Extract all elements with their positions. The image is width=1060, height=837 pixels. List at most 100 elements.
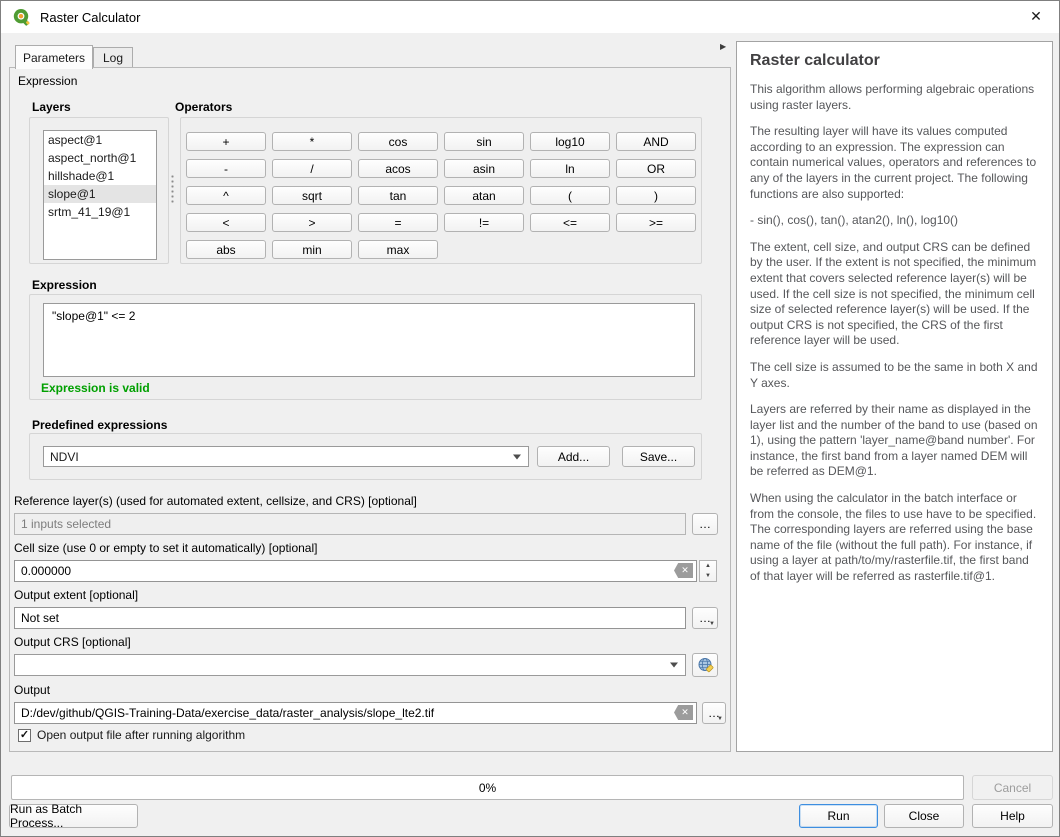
corner-caret-icon: ▼: [709, 621, 715, 627]
output-extent-field[interactable]: [14, 607, 686, 629]
open-output-checkbox[interactable]: ✓: [18, 729, 31, 742]
operator-max-button[interactable]: max: [358, 240, 438, 259]
output-crs-label: Output CRS [optional]: [14, 635, 131, 649]
operators-grid: + * cos sin log10 AND - / acos asin ln O…: [186, 132, 696, 259]
chevron-down-icon: [670, 663, 678, 668]
output-crs-select[interactable]: [14, 654, 686, 676]
help-button[interactable]: Help: [972, 804, 1053, 828]
operator-greater-equal-button[interactable]: >=: [616, 213, 696, 232]
layers-list[interactable]: aspect@1 aspect_north@1 hillshade@1 slop…: [43, 130, 157, 260]
operator-acos-button[interactable]: acos: [358, 159, 438, 178]
chevron-down-icon: [513, 454, 521, 459]
help-paragraph: Layers are referred by their name as dis…: [750, 402, 1039, 480]
expression-heading: Expression: [32, 278, 97, 292]
operator-and-button[interactable]: AND: [616, 132, 696, 151]
spin-down-icon[interactable]: ▼: [700, 571, 716, 581]
progress-value: 0%: [479, 781, 496, 795]
operator-tan-button[interactable]: tan: [358, 186, 438, 205]
operator-cos-button[interactable]: cos: [358, 132, 438, 151]
layer-item-selected[interactable]: slope@1: [44, 185, 156, 203]
output-label: Output: [14, 683, 50, 697]
output-extent-label: Output extent [optional]: [14, 588, 138, 602]
output-browse-button[interactable]: … ▼: [702, 702, 726, 724]
operator-open-paren-button[interactable]: (: [530, 186, 610, 205]
operator-or-button[interactable]: OR: [616, 159, 696, 178]
help-paragraph: This algorithm allows performing algebra…: [750, 82, 1039, 113]
parameters-panel: Expression Layers aspect@1 aspect_north@…: [9, 67, 731, 752]
splitter-handle[interactable]: [171, 174, 174, 204]
cell-size-stepper[interactable]: ▲ ▼: [699, 560, 717, 582]
operator-minus-button[interactable]: -: [186, 159, 266, 178]
help-paragraph: The resulting layer will have its values…: [750, 124, 1039, 202]
predefined-expression-value: NDVI: [50, 450, 79, 464]
operator-power-button[interactable]: ^: [186, 186, 266, 205]
select-crs-button[interactable]: [692, 653, 718, 677]
cancel-button: Cancel: [972, 775, 1053, 800]
reference-layers-label: Reference layer(s) (used for automated e…: [14, 494, 417, 508]
output-extent-browse-button[interactable]: … ▼: [692, 607, 718, 629]
help-paragraph: When using the calculator in the batch i…: [750, 491, 1039, 585]
operator-atan-button[interactable]: atan: [444, 186, 524, 205]
add-expression-button[interactable]: Add...: [537, 446, 610, 467]
open-output-checkbox-label: Open output file after running algorithm: [37, 728, 245, 742]
close-button[interactable]: Close: [884, 804, 964, 828]
crs-globe-icon: [697, 657, 714, 674]
expression-frame: "slope@1" <= 2 Expression is valid: [29, 294, 702, 400]
help-paragraph: The cell size is assumed to be the same …: [750, 360, 1039, 391]
cell-size-input[interactable]: [14, 560, 697, 582]
operator-log10-button[interactable]: log10: [530, 132, 610, 151]
operator-abs-button[interactable]: abs: [186, 240, 266, 259]
help-paragraph: - sin(), cos(), tan(), atan2(), ln(), lo…: [750, 213, 1039, 229]
operator-asin-button[interactable]: asin: [444, 159, 524, 178]
operator-sqrt-button[interactable]: sqrt: [272, 186, 352, 205]
save-expression-button[interactable]: Save...: [622, 446, 695, 467]
predefined-expressions-frame: NDVI Add... Save...: [29, 433, 702, 480]
operator-less-than-button[interactable]: <: [186, 213, 266, 232]
reference-layers-browse-button[interactable]: …: [692, 513, 718, 535]
help-panel: Raster calculator This algorithm allows …: [736, 41, 1053, 752]
tab-log[interactable]: Log: [93, 47, 133, 68]
run-button[interactable]: Run: [799, 804, 878, 828]
output-file-input[interactable]: [14, 702, 697, 724]
reference-layers-field[interactable]: [14, 513, 686, 535]
operator-less-equal-button[interactable]: <=: [530, 213, 610, 232]
open-output-checkbox-row: ✓ Open output file after running algorit…: [18, 728, 245, 742]
corner-caret-icon: ▼: [717, 716, 723, 722]
collapse-help-icon[interactable]: ▶: [720, 42, 726, 51]
layers-frame: aspect@1 aspect_north@1 hillshade@1 slop…: [29, 117, 169, 264]
raster-calculator-dialog: Raster Calculator ✕ Parameters Log Expre…: [0, 0, 1060, 837]
predefined-expressions-heading: Predefined expressions: [32, 418, 167, 432]
operators-frame: + * cos sin log10 AND - / acos asin ln O…: [180, 117, 702, 264]
operators-heading: Operators: [175, 100, 232, 114]
operator-not-equal-button[interactable]: !=: [444, 213, 524, 232]
layer-item[interactable]: aspect@1: [44, 131, 156, 149]
window-title: Raster Calculator: [40, 10, 140, 25]
qgis-logo-icon: [12, 8, 31, 26]
progress-bar: 0%: [11, 775, 964, 800]
tab-parameters[interactable]: Parameters: [15, 45, 93, 69]
operator-multiply-button[interactable]: *: [272, 132, 352, 151]
expression-valid-message: Expression is valid: [41, 381, 150, 395]
title-bar: Raster Calculator: [1, 1, 1059, 33]
operator-greater-than-button[interactable]: >: [272, 213, 352, 232]
layer-item[interactable]: srtm_41_19@1: [44, 203, 156, 221]
operator-close-paren-button[interactable]: ): [616, 186, 696, 205]
predefined-expression-select[interactable]: NDVI: [43, 446, 529, 467]
operator-ln-button[interactable]: ln: [530, 159, 610, 178]
close-window-button[interactable]: ✕: [1013, 1, 1059, 32]
layer-item[interactable]: hillshade@1: [44, 167, 156, 185]
layers-heading: Layers: [32, 100, 71, 114]
expression-input[interactable]: "slope@1" <= 2: [43, 303, 695, 377]
operator-equal-button[interactable]: =: [358, 213, 438, 232]
operator-plus-button[interactable]: +: [186, 132, 266, 151]
cell-size-label: Cell size (use 0 or empty to set it auto…: [14, 541, 317, 555]
operator-sin-button[interactable]: sin: [444, 132, 524, 151]
help-title: Raster calculator: [750, 52, 1039, 70]
operator-min-button[interactable]: min: [272, 240, 352, 259]
layer-item[interactable]: aspect_north@1: [44, 149, 156, 167]
expression-group-label: Expression: [18, 74, 77, 88]
run-as-batch-button[interactable]: Run as Batch Process...: [9, 804, 138, 828]
spin-up-icon[interactable]: ▲: [700, 561, 716, 571]
operator-divide-button[interactable]: /: [272, 159, 352, 178]
help-paragraph: The extent, cell size, and output CRS ca…: [750, 240, 1039, 349]
